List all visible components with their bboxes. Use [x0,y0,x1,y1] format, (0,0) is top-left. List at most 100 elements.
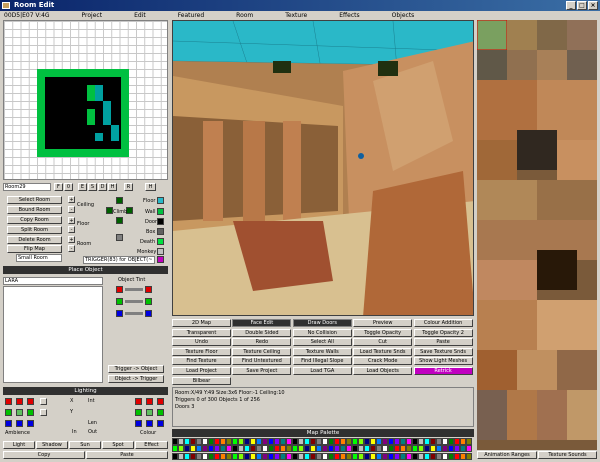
tool-button-show-light-meshes[interactable]: Show Light Meshes [413,357,473,366]
tool-button-double-sided[interactable]: Double Sided [232,328,292,337]
light-button[interactable]: Light [3,441,35,449]
tool-button-find-texture[interactable]: Find Texture [172,357,231,366]
tint-green-swatch[interactable] [145,298,152,305]
tool-button-paste[interactable]: Paste [413,338,473,347]
room-grid-map[interactable] [3,20,168,180]
menu-texture[interactable]: Texture [281,11,307,20]
spot-button[interactable]: Spot [102,441,134,449]
menu-project[interactable]: Project [78,11,103,20]
room-flag-button[interactable]: H [108,183,117,191]
legend-door-swatch[interactable] [157,218,164,225]
tint-blue-swatch[interactable] [116,310,123,317]
tool-button-texture-walls[interactable]: Texture Walls [292,347,352,356]
tint-blue-slider[interactable] [125,312,143,315]
colour-green[interactable] [135,409,142,416]
bound-room-button[interactable]: Bound Room [7,206,62,214]
palette-swatch[interactable] [466,445,472,453]
room-flag-button[interactable]: R [124,183,133,191]
tool-button-redo[interactable]: Redo [232,338,292,347]
light-y-left[interactable] [40,409,47,416]
legend-box-swatch[interactable] [157,228,164,235]
tool-button-load-project[interactable]: Load Project [172,367,231,375]
sun-button[interactable]: Sun [69,441,101,449]
tool-button-crack-mode[interactable]: Crack Mode [353,357,413,366]
tool-button-cut[interactable]: Cut [353,338,413,347]
climb-west[interactable] [106,207,113,214]
room-up-button[interactable]: + [68,236,75,243]
climb-north[interactable] [116,197,123,204]
tint-red-swatch[interactable] [145,286,152,293]
ambience-green[interactable] [16,409,23,416]
tool-button-undo[interactable]: Undo [172,338,231,347]
menu-effects[interactable]: Effects [335,11,359,20]
tool-button-load-tga[interactable]: Load TGA [292,367,352,375]
menu-edit[interactable]: Edit [130,11,146,20]
tool-button-2d-map[interactable]: 2D Map [172,319,231,327]
tint-green-swatch[interactable] [116,298,123,305]
ambience-red[interactable] [27,398,34,405]
tint-red-slider[interactable] [125,288,143,291]
paste-light-button[interactable]: Paste [86,451,168,459]
flip-map-button[interactable]: Flip Map [7,245,62,253]
menu-objects[interactable]: Objects [388,11,415,20]
copy-room-button[interactable]: Copy Room [7,216,62,224]
tool-button-draw-doors[interactable]: Draw Doors [292,319,352,327]
ceiling-up-button[interactable]: + [68,196,75,203]
floor-up-button[interactable]: + [68,217,75,224]
tool-button-texture-floor[interactable]: Texture Floor [172,347,231,356]
ambience-blue[interactable] [27,420,34,427]
tool-button-find-illegal-slope[interactable]: Find Illegal Slope [292,357,352,366]
close-button[interactable]: × [588,1,598,10]
tool-button-bilbear[interactable]: Bilbear [172,376,231,385]
tool-button-save-project[interactable]: Save Project [232,367,292,375]
floor-down-button[interactable]: - [68,226,75,233]
extra-toggle[interactable] [116,234,123,241]
colour-red[interactable] [146,398,153,405]
object-to-trigger-button[interactable]: Object -> Trigger [108,375,164,383]
ceiling-down-button[interactable]: - [68,206,75,213]
copy-light-button[interactable]: Copy [3,451,85,459]
minimize-button[interactable]: _ [566,1,576,10]
trigger-to-object-button[interactable]: Trigger -> Object [108,365,164,373]
room-size-select[interactable]: Small Room [16,254,62,262]
palette-swatch[interactable] [466,452,472,460]
colour-blue[interactable] [146,420,153,427]
split-room-button[interactable]: Split Room [7,226,62,234]
tool-button-select-all[interactable]: Select All [292,338,352,347]
ambience-blue[interactable] [5,420,12,427]
map-palette[interactable] [172,438,474,460]
tint-green-slider[interactable] [125,300,143,303]
3d-viewport[interactable] [172,20,474,316]
legend-death-swatch[interactable] [157,238,164,245]
climb-south[interactable] [116,217,123,224]
colour-red[interactable] [135,398,142,405]
ambience-red[interactable] [5,398,12,405]
room-flag-button[interactable]: 0 [64,183,73,191]
palette-swatch[interactable] [466,438,472,445]
room-flag-button[interactable]: F [54,183,63,191]
tool-button-retrick[interactable]: Retrick [413,367,473,375]
tool-button-save-texture-snds[interactable]: Save Texture Snds [413,347,473,356]
ambience-green[interactable] [5,409,12,416]
object-list[interactable] [3,286,103,383]
menu-featured[interactable]: Featured [174,11,204,20]
ambience-blue[interactable] [16,420,23,427]
tool-button-transparent[interactable]: Transparent [172,328,231,337]
colour-blue[interactable] [135,420,142,427]
ambience-green[interactable] [27,409,34,416]
tool-button-load-texture-snds[interactable]: Load Texture Snds [353,347,413,356]
tool-button-load-objects[interactable]: Load Objects [353,367,413,375]
effect-button[interactable]: Effect [135,441,168,449]
room-flag-button[interactable]: S [88,183,97,191]
legend-wall-swatch[interactable] [157,208,164,215]
legend-floor-swatch[interactable] [157,197,164,204]
texture-browser[interactable] [477,20,597,450]
colour-red[interactable] [157,398,164,405]
light-x-left[interactable] [40,398,47,405]
shadow-button[interactable]: Shadow [36,441,68,449]
tool-button-toggle-opacity[interactable]: Toggle Opacity [353,328,413,337]
menu-room[interactable]: Room [232,11,253,20]
tool-button-no-collision[interactable]: No Collision [292,328,352,337]
room-flag-button[interactable]: E [78,183,87,191]
trigger-swatch[interactable] [157,256,164,263]
